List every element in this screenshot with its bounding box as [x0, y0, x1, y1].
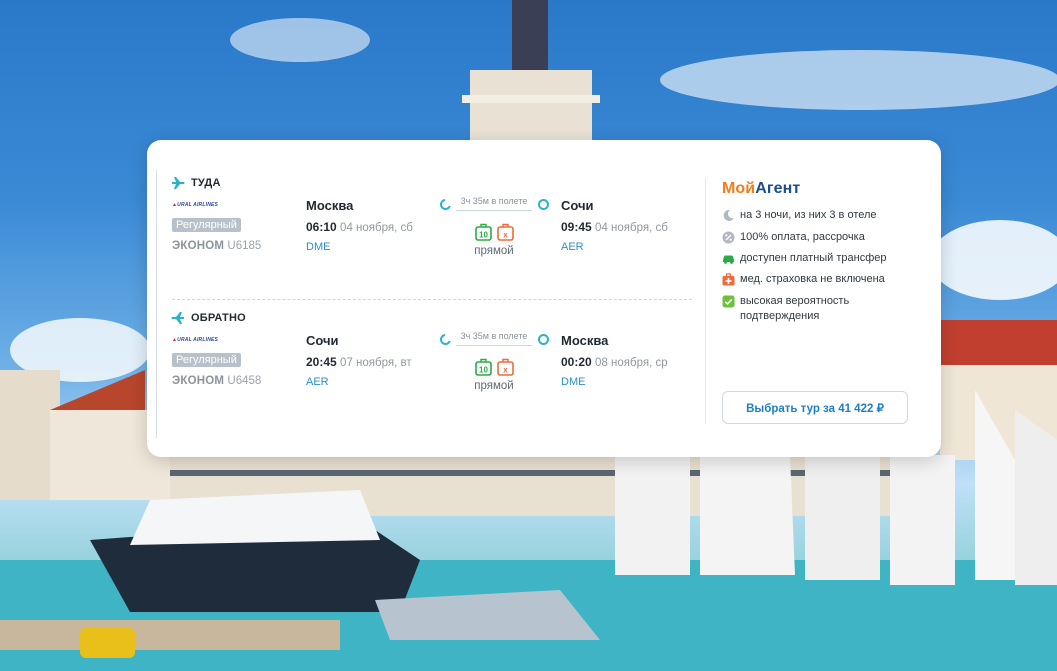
departure-airport-code: DME — [306, 241, 331, 253]
departure-airport-code: AER — [306, 376, 329, 388]
flight-type-badge: Регулярный — [172, 353, 241, 367]
arrival-dot — [538, 199, 549, 210]
plane-left-icon — [171, 312, 184, 324]
arrival-airport-code: DME — [561, 376, 586, 388]
flight-type-badge: Регулярный — [172, 218, 241, 232]
outbound-direction: ТУДА — [171, 175, 221, 191]
svg-text:10: 10 — [479, 366, 488, 375]
airline-logo: ▲URAL AIRLINES — [172, 202, 219, 208]
stops-label: прямой — [474, 380, 514, 392]
airline-logo: ▲URAL AIRLINES — [172, 337, 219, 343]
arrival-time: 09:45 04 ноября, сб — [561, 220, 668, 234]
feature-transfer: доступен платный трансфер — [722, 251, 887, 266]
car-icon — [723, 255, 734, 264]
flight-duration: 3ч 35м в полете — [445, 196, 543, 206]
agent-logo: МойАгент — [722, 180, 801, 197]
route-line — [456, 345, 532, 346]
arrival-dot — [538, 334, 549, 345]
feature-confirmation: высокая вероятность подтверждения — [722, 294, 872, 324]
departure-city: Москва — [306, 198, 354, 213]
svg-text:x: x — [503, 231, 508, 240]
arrival-time: 00:20 08 ноября, ср — [561, 355, 668, 369]
check-icon — [722, 295, 735, 308]
departure-time: 06:10 04 ноября, сб — [306, 220, 413, 234]
medkit-icon — [722, 273, 735, 286]
percent-icon — [722, 231, 735, 244]
leg-divider — [172, 299, 692, 300]
checked-baggage-icon: x — [497, 358, 514, 376]
feature-insurance: мед. страховка не включена — [722, 272, 885, 287]
fare-class: ЭКОНОМ U6185 — [172, 240, 262, 252]
svg-text:10: 10 — [479, 231, 488, 240]
stops-label: прямой — [474, 245, 514, 257]
select-tour-button[interactable]: Выбрать тур за 41 422 ₽ — [722, 391, 908, 424]
return-direction: ОБРАТНО — [171, 310, 246, 326]
outbound-leg: ТУДА ▲URAL AIRLINES Регулярный ЭКОНОМ U6… — [147, 172, 707, 292]
route-line — [456, 210, 532, 211]
outbound-direction-label: ТУДА — [191, 177, 221, 189]
feature-nights: на 3 ночи, из них 3 в отеле — [722, 208, 877, 223]
departure-time: 20:45 07 ноября, вт — [306, 355, 412, 369]
fare-class: ЭКОНОМ U6458 — [172, 375, 262, 387]
flight-duration: 3ч 35м в полете — [445, 331, 543, 341]
return-leg: ОБРАТНО ▲URAL AIRLINES Регулярный ЭКОНОМ… — [147, 307, 707, 427]
return-direction-label: ОБРАТНО — [191, 312, 246, 324]
arrival-airport-code: AER — [561, 241, 584, 253]
departure-city: Сочи — [306, 333, 339, 348]
carry-on-baggage-icon: 10 — [475, 358, 492, 376]
svg-text:x: x — [503, 366, 508, 375]
plane-right-icon — [172, 177, 185, 189]
moon-icon — [723, 209, 734, 221]
arrival-city: Сочи — [561, 198, 594, 213]
feature-payment: 100% оплата, рассрочка — [722, 230, 865, 245]
arrival-city: Москва — [561, 333, 609, 348]
tour-offer-card: ТУДА ▲URAL AIRLINES Регулярный ЭКОНОМ U6… — [147, 140, 941, 457]
carry-on-baggage-icon: 10 — [475, 223, 492, 241]
checked-baggage-icon: x — [497, 223, 514, 241]
